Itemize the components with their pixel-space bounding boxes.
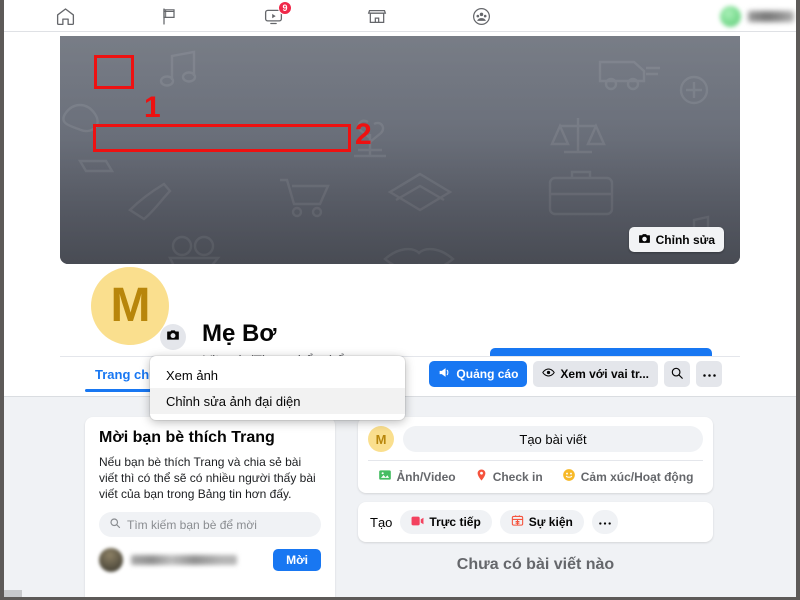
avatar[interactable] bbox=[720, 5, 741, 27]
edit-cover-label: Chỉnh sửa bbox=[655, 232, 715, 247]
watch-badge-count: 9 bbox=[278, 1, 292, 15]
invite-search-placeholder: Tìm kiếm bạn bè để mời bbox=[127, 517, 257, 532]
smiley-icon bbox=[562, 468, 576, 485]
nav-icon-group: 9 bbox=[48, 0, 498, 32]
page-more-button[interactable] bbox=[696, 361, 722, 387]
live-video-chip[interactable]: Trực tiếp bbox=[400, 510, 492, 534]
create-more-button[interactable] bbox=[591, 510, 618, 534]
nav-watch[interactable]: 9 bbox=[256, 1, 292, 30]
list-item: Mời bbox=[99, 548, 321, 572]
annotation-step-2: 2 bbox=[355, 118, 372, 151]
create-shortcuts-card: Tạo Trực tiếp Sự kiện bbox=[358, 502, 713, 542]
account-area[interactable] bbox=[720, 0, 794, 32]
live-video-icon bbox=[411, 515, 424, 530]
camera-icon bbox=[166, 328, 180, 347]
groups-icon bbox=[471, 6, 492, 27]
composer-actions: Ảnh/Video Check in Cảm xúc/Hoạt động bbox=[368, 460, 703, 485]
nav-groups[interactable] bbox=[464, 2, 498, 30]
invite-search-input[interactable]: Tìm kiếm bạn bè để mời bbox=[99, 512, 321, 537]
invite-button[interactable]: Mời bbox=[273, 549, 321, 571]
search-icon bbox=[109, 517, 121, 532]
eye-icon bbox=[542, 366, 556, 382]
friend-name-blurred bbox=[131, 555, 237, 565]
tab-action-group: Quảng cáo Xem với vai tr... bbox=[429, 361, 722, 387]
create-post-input[interactable]: Tạo bài viết bbox=[403, 426, 703, 452]
window-frame-right bbox=[796, 0, 800, 600]
ads-button[interactable]: Quảng cáo bbox=[429, 361, 528, 387]
edit-profile-photo-button[interactable] bbox=[160, 324, 186, 350]
ellipsis-icon bbox=[598, 515, 612, 529]
edit-cover-button[interactable]: Chỉnh sửa bbox=[628, 227, 724, 252]
check-in-label: Check in bbox=[492, 469, 543, 484]
top-navigation-bar: 9 bbox=[0, 0, 800, 32]
photo-video-button[interactable]: Ảnh/Video bbox=[378, 468, 456, 485]
empty-feed-message: Chưa có bài viết nào bbox=[456, 556, 615, 573]
home-icon bbox=[55, 6, 76, 27]
page-content: Chỉnh sửa M Mẹ Bơ Vitamin/Thực phẩm bổ s… bbox=[0, 32, 800, 600]
nav-marketplace[interactable] bbox=[360, 2, 394, 30]
invite-card-body: Nếu bạn bè thích Trang và chia sẻ bài vi… bbox=[99, 455, 316, 501]
calendar-icon bbox=[511, 514, 524, 530]
pages-flag-icon bbox=[159, 6, 179, 27]
profile-header: M Mẹ Bơ Vitamin/Thực phẩm bổ sung + Thêm… bbox=[60, 264, 740, 376]
check-in-button[interactable]: Check in bbox=[475, 468, 543, 485]
feeling-activity-label: Cảm xúc/Hoạt động bbox=[580, 469, 694, 484]
menu-item-view-photo[interactable]: Xem ảnh bbox=[150, 362, 405, 388]
annotation-step-1: 1 bbox=[144, 91, 161, 124]
menu-item-edit-profile-photo[interactable]: Chỉnh sửa ảnh đại diện bbox=[150, 388, 405, 414]
nav-home[interactable] bbox=[48, 2, 82, 30]
view-as-label: Xem với vai tr... bbox=[560, 367, 649, 381]
event-chip[interactable]: Sự kiện bbox=[499, 510, 584, 534]
camera-icon bbox=[638, 232, 651, 248]
main-column: M Tạo bài viết Ảnh/Video Check in Cảm xú… bbox=[358, 417, 713, 574]
ellipsis-icon bbox=[702, 367, 717, 381]
invite-friends-card: Mời bạn bè thích Trang Nếu bạn bè thích … bbox=[85, 417, 335, 600]
page-title: Mẹ Bơ bbox=[202, 320, 277, 347]
profile-photo-menu: Xem ảnh Chỉnh sửa ảnh đại diện bbox=[150, 356, 405, 420]
avatar[interactable] bbox=[99, 548, 123, 572]
window-frame-left bbox=[0, 0, 4, 600]
invite-card-title: Mời bạn bè thích Trang bbox=[99, 429, 275, 446]
location-pin-icon bbox=[475, 468, 488, 485]
live-video-label: Trực tiếp bbox=[429, 515, 481, 529]
ads-button-label: Quảng cáo bbox=[456, 367, 519, 381]
post-composer-card: M Tạo bài viết Ảnh/Video Check in Cảm xú… bbox=[358, 417, 713, 493]
view-as-button[interactable]: Xem với vai tr... bbox=[533, 361, 658, 387]
page-search-button[interactable] bbox=[664, 361, 690, 387]
photo-video-label: Ảnh/Video bbox=[396, 469, 456, 484]
feeling-activity-button[interactable]: Cảm xúc/Hoạt động bbox=[562, 468, 694, 485]
marketplace-shop-icon bbox=[367, 6, 387, 27]
composer-row: M Tạo bài viết bbox=[368, 426, 703, 452]
avatar[interactable]: M bbox=[368, 426, 394, 452]
nav-pages[interactable] bbox=[152, 2, 186, 30]
facebook-page-screen: 9 Chỉnh sửa M Mẹ Bơ Trang chủ Quảng cáo … bbox=[0, 0, 800, 600]
photo-video-icon bbox=[378, 468, 392, 485]
feed-area: Mời bạn bè thích Trang Nếu bạn bè thích … bbox=[0, 396, 800, 600]
event-label: Sự kiện bbox=[528, 515, 573, 529]
cover-photo[interactable]: Chỉnh sửa bbox=[60, 36, 740, 264]
megaphone-icon bbox=[438, 366, 451, 382]
create-label: Tạo bbox=[370, 514, 393, 530]
account-name-blurred bbox=[748, 10, 794, 22]
search-icon bbox=[670, 366, 684, 383]
